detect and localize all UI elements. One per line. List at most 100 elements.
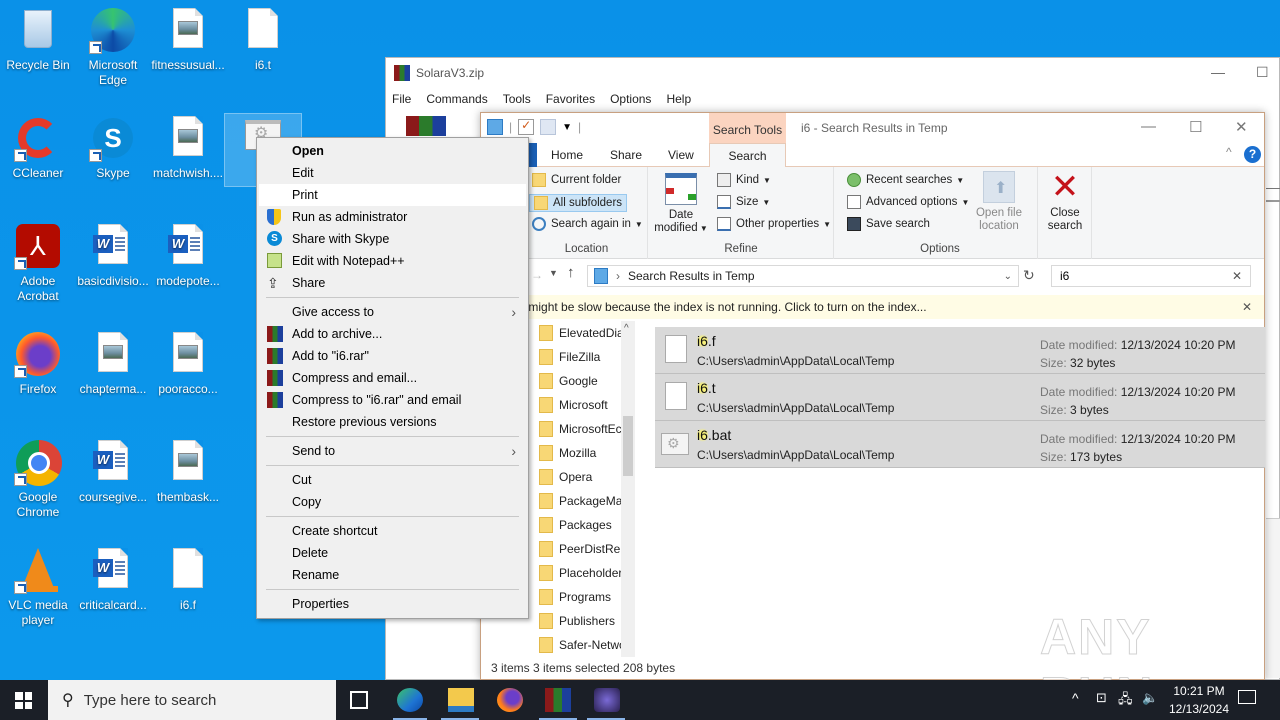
desktop-icon-chapterma[interactable]: chapterma... bbox=[75, 330, 151, 402]
menu-item-print[interactable]: Print bbox=[259, 184, 526, 206]
desktop-icon-criticalcard[interactable]: Wcriticalcard... bbox=[75, 546, 151, 618]
desktop-icon-thembask[interactable]: thembask... bbox=[150, 438, 226, 510]
search-input[interactable] bbox=[1060, 269, 1230, 283]
menu-item-add-to-i6-rar[interactable]: Add to "i6.rar" bbox=[259, 345, 526, 367]
winrar-add-icon[interactable] bbox=[406, 116, 446, 136]
menu-commands[interactable]: Commands bbox=[426, 92, 487, 106]
kind-button[interactable]: Kind ▼ bbox=[717, 173, 771, 187]
app-taskbar-icon[interactable] bbox=[594, 688, 620, 712]
result-row[interactable]: i6.f C:\Users\admin\AppData\Local\Temp Dat… bbox=[655, 327, 1265, 374]
tab-share[interactable]: Share bbox=[610, 148, 642, 162]
menu-item-edit[interactable]: Edit bbox=[259, 162, 526, 184]
scrollbar-thumb[interactable] bbox=[623, 416, 633, 476]
search-again-in-button[interactable]: Search again in ▼ bbox=[532, 217, 643, 231]
menu-item-share[interactable]: ⇪ Share bbox=[259, 272, 526, 294]
up-arrow-icon[interactable]: ↑ bbox=[567, 264, 575, 281]
advanced-options-button[interactable]: Advanced options ▼ bbox=[847, 195, 969, 209]
other-properties-button[interactable]: Other properties ▼ bbox=[717, 217, 831, 231]
customize-qat-icon[interactable]: ▼ bbox=[562, 122, 572, 133]
desktop-icon-i6-f[interactable]: i6.f bbox=[150, 546, 226, 618]
tab-home[interactable]: Home bbox=[551, 148, 583, 162]
minimize-icon[interactable]: — bbox=[1141, 118, 1156, 135]
checkbox-icon[interactable]: ✓ bbox=[518, 118, 535, 135]
clear-search-icon[interactable]: ✕ bbox=[1232, 269, 1242, 283]
taskbar-search[interactable]: ⚲ Type here to search bbox=[48, 680, 336, 720]
menu-item-restore-previous-versions[interactable]: Restore previous versions bbox=[259, 411, 526, 433]
open-file-location-button[interactable]: ⬆ Open file location bbox=[971, 171, 1027, 233]
forward-icon[interactable]: → bbox=[531, 268, 543, 282]
menu-item-rename[interactable]: Rename bbox=[259, 564, 526, 586]
meet-now-icon[interactable]: ⊡ bbox=[1096, 690, 1107, 706]
menu-options[interactable]: Options bbox=[610, 92, 651, 106]
notifications-icon[interactable] bbox=[1238, 690, 1256, 704]
index-info-bar[interactable]: arches might be slow because the index i… bbox=[481, 295, 1264, 319]
firefox-taskbar-icon[interactable] bbox=[497, 688, 523, 712]
save-search-button[interactable]: Save search bbox=[847, 217, 930, 231]
menu-item-delete[interactable]: Delete bbox=[259, 542, 526, 564]
desktop-icon-matchwish[interactable]: matchwish.... bbox=[150, 114, 226, 186]
clock-date[interactable]: 12/13/2024 bbox=[1166, 702, 1232, 716]
desktop-icon-recycle-bin[interactable]: Recycle Bin bbox=[0, 6, 76, 78]
maximize-icon[interactable]: ☐ bbox=[1189, 118, 1202, 136]
desktop-icon-adobe-acrobat[interactable]: ⅄ Adobe Acrobat bbox=[0, 222, 76, 303]
search-box[interactable]: ✕ bbox=[1051, 265, 1251, 287]
all-subfolders-button[interactable]: All subfolders bbox=[529, 194, 628, 212]
recent-searches-button[interactable]: Recent searches ▼ bbox=[847, 173, 964, 187]
menu-item-edit-with-notepad[interactable]: Edit with Notepad++ bbox=[259, 250, 526, 272]
menu-item-open[interactable]: Open bbox=[259, 140, 526, 162]
menu-item-cut[interactable]: Cut bbox=[259, 469, 526, 491]
menu-item-share-with-skype[interactable]: S Share with Skype bbox=[259, 228, 526, 250]
result-row[interactable]: ⚙ i6.bat C:\Users\admin\AppData\Local\Temp… bbox=[655, 421, 1265, 468]
winrar-taskbar-icon[interactable] bbox=[545, 688, 571, 712]
current-folder-button[interactable]: Current folder bbox=[532, 173, 621, 187]
address-bar[interactable]: › Search Results in Temp ⌄ bbox=[587, 265, 1019, 287]
desktop-icon-ccleaner[interactable]: CCleaner bbox=[0, 114, 76, 186]
scroll-up-icon[interactable]: ^ bbox=[624, 323, 629, 334]
edge-taskbar-icon[interactable] bbox=[397, 688, 423, 712]
menu-item-add-to-archive[interactable]: Add to archive... bbox=[259, 323, 526, 345]
address-dropdown-icon[interactable]: ⌄ bbox=[1004, 271, 1012, 282]
clock-time[interactable]: 10:21 PM bbox=[1168, 684, 1230, 698]
menu-item-copy[interactable]: Copy bbox=[259, 491, 526, 513]
desktop-icon-vlc-media-player[interactable]: VLC media player bbox=[0, 546, 76, 627]
close-icon[interactable]: ✕ bbox=[1235, 118, 1248, 136]
explorer-window[interactable]: | ✓ ▼ | Search Tools i6 - Search Results… bbox=[480, 112, 1265, 680]
refresh-icon[interactable]: ↻ bbox=[1023, 267, 1035, 284]
menu-help[interactable]: Help bbox=[666, 92, 691, 106]
maximize-icon[interactable]: ☐ bbox=[1256, 64, 1269, 81]
help-icon[interactable]: ? bbox=[1244, 146, 1261, 163]
menu-favorites[interactable]: Favorites bbox=[546, 92, 595, 106]
task-view-icon[interactable] bbox=[350, 691, 368, 709]
menu-item-send-to[interactable]: Send to › bbox=[259, 440, 526, 462]
desktop-icon-coursegive[interactable]: Wcoursegive... bbox=[75, 438, 151, 510]
desktop-icon-fitnessusual[interactable]: fitnessusual... bbox=[150, 6, 226, 78]
menu-item-give-access-to[interactable]: Give access to › bbox=[259, 301, 526, 323]
minimize-icon[interactable]: — bbox=[1211, 64, 1225, 80]
file-explorer-taskbar-icon[interactable] bbox=[448, 688, 474, 712]
desktop-icon-firefox[interactable]: Firefox bbox=[0, 330, 76, 402]
menu-file[interactable]: File bbox=[392, 92, 411, 106]
close-search-button[interactable]: ✕ Close search bbox=[1040, 170, 1090, 233]
desktop-icon-basicdivisio[interactable]: Wbasicdivisio... bbox=[75, 222, 151, 294]
result-row[interactable]: i6.t C:\Users\admin\AppData\Local\Temp Dat… bbox=[655, 374, 1265, 421]
dismiss-info-icon[interactable]: ✕ bbox=[1242, 300, 1252, 314]
tab-view[interactable]: View bbox=[668, 148, 694, 162]
date-modified-button[interactable]: Date modified ▼ bbox=[651, 173, 711, 235]
nav-scrollbar[interactable]: ^ ⌄ bbox=[621, 321, 635, 679]
menu-item-create-shortcut[interactable]: Create shortcut bbox=[259, 520, 526, 542]
desktop-icon-pooracco[interactable]: pooracco... bbox=[150, 330, 226, 402]
properties-icon[interactable] bbox=[487, 119, 503, 135]
menu-item-properties[interactable]: Properties bbox=[259, 593, 526, 615]
show-hidden-icons[interactable]: ^ bbox=[1072, 690, 1079, 706]
desktop-icon-microsoft-edge[interactable]: Microsoft Edge bbox=[75, 6, 151, 87]
desktop-icon-skype[interactable]: S Skype bbox=[75, 114, 151, 186]
start-button[interactable] bbox=[15, 692, 32, 709]
volume-icon[interactable]: 🔈 bbox=[1142, 690, 1158, 706]
network-icon[interactable]: 🖧 bbox=[1118, 690, 1133, 712]
size-button[interactable]: Size ▼ bbox=[717, 195, 770, 209]
menu-tools[interactable]: Tools bbox=[503, 92, 531, 106]
collapse-ribbon-icon[interactable]: ^ bbox=[1226, 145, 1232, 159]
desktop-icon-google-chrome[interactable]: Google Chrome bbox=[0, 438, 76, 519]
desktop-icon-modepote[interactable]: Wmodepote... bbox=[150, 222, 226, 294]
menu-item-run-as-administrator[interactable]: Run as administrator bbox=[259, 206, 526, 228]
